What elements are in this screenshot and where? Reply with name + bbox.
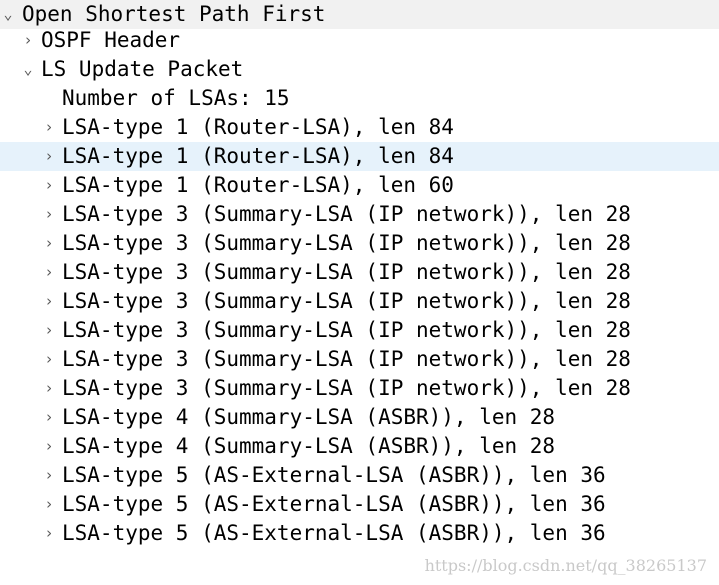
tree-row-label: LS Update Packet: [41, 57, 244, 81]
chevron-down-icon[interactable]: ⌄: [21, 55, 35, 84]
tree-row-label: LSA-type 3 (Summary-LSA (IP network)), l…: [62, 376, 631, 400]
tree-row-label: LSA-type 3 (Summary-LSA (IP network)), l…: [62, 260, 631, 284]
tree-row-lsa[interactable]: › LSA-type 3 (Summary-LSA (IP network)), …: [0, 316, 719, 345]
tree-row-lsa[interactable]: › LSA-type 1 (Router-LSA), len 60: [0, 171, 719, 200]
tree-row-label: LSA-type 4 (Summary-LSA (ASBR)), len 28: [62, 434, 556, 458]
tree-row-label: LSA-type 4 (Summary-LSA (ASBR)), len 28: [62, 405, 556, 429]
tree-row-label: Number of LSAs: 15: [62, 86, 290, 110]
tree-row-label: LSA-type 3 (Summary-LSA (IP network)), l…: [62, 318, 631, 342]
chevron-right-icon[interactable]: ›: [42, 345, 56, 374]
chevron-right-icon[interactable]: ›: [42, 287, 56, 316]
tree-row-label: LSA-type 5 (AS-External-LSA (ASBR)), len…: [62, 492, 606, 516]
tree-row-ospf-header[interactable]: › OSPF Header: [0, 26, 719, 55]
tree-row-label: LSA-type 3 (Summary-LSA (IP network)), l…: [62, 231, 631, 255]
watermark-text: https://blog.csdn.net/qq_38265137: [424, 556, 707, 575]
tree-row-ls-update-packet[interactable]: ⌄ LS Update Packet: [0, 55, 719, 84]
tree-row-lsa[interactable]: › LSA-type 5 (AS-External-LSA (ASBR)), le…: [0, 519, 719, 548]
tree-row-label: LSA-type 3 (Summary-LSA (IP network)), l…: [62, 202, 631, 226]
chevron-right-icon[interactable]: ›: [42, 316, 56, 345]
tree-row-label: LSA-type 3 (Summary-LSA (IP network)), l…: [62, 289, 631, 313]
tree-row-lsa[interactable]: › LSA-type 3 (Summary-LSA (IP network)), …: [0, 200, 719, 229]
tree-row-ospf[interactable]: ⌄ Open Shortest Path First: [0, 0, 719, 29]
chevron-down-icon[interactable]: ⌄: [1, 0, 15, 29]
chevron-right-icon[interactable]: ›: [42, 200, 56, 229]
chevron-right-icon[interactable]: ›: [42, 432, 56, 461]
tree-row-label: LSA-type 1 (Router-LSA), len 84: [62, 144, 454, 168]
tree-row-lsa[interactable]: › LSA-type 4 (Summary-LSA (ASBR)), len 28: [0, 432, 719, 461]
tree-row-label: LSA-type 1 (Router-LSA), len 84: [62, 115, 454, 139]
tree-row-label: Open Shortest Path First: [22, 2, 326, 26]
chevron-right-icon[interactable]: ›: [42, 461, 56, 490]
tree-row-lsa[interactable]: › LSA-type 3 (Summary-LSA (IP network)), …: [0, 345, 719, 374]
tree-row-lsa[interactable]: › LSA-type 3 (Summary-LSA (IP network)), …: [0, 229, 719, 258]
chevron-right-icon[interactable]: ›: [21, 26, 35, 55]
chevron-right-icon[interactable]: ›: [42, 519, 56, 548]
chevron-right-icon[interactable]: ›: [42, 142, 56, 171]
tree-row-lsa[interactable]: › LSA-type 4 (Summary-LSA (ASBR)), len 28: [0, 403, 719, 432]
tree-row-lsa[interactable]: › LSA-type 1 (Router-LSA), len 84: [0, 113, 719, 142]
chevron-right-icon[interactable]: ›: [42, 403, 56, 432]
chevron-right-icon[interactable]: ›: [42, 258, 56, 287]
tree-row-label: OSPF Header: [41, 28, 181, 52]
tree-row-lsa[interactable]: › LSA-type 1 (Router-LSA), len 84: [0, 142, 719, 171]
tree-row-lsa[interactable]: › LSA-type 5 (AS-External-LSA (ASBR)), le…: [0, 490, 719, 519]
chevron-right-icon[interactable]: ›: [42, 490, 56, 519]
chevron-right-icon[interactable]: ›: [42, 171, 56, 200]
chevron-right-icon[interactable]: ›: [42, 113, 56, 142]
tree-row-label: LSA-type 1 (Router-LSA), len 60: [62, 173, 454, 197]
tree-row-lsa[interactable]: › LSA-type 3 (Summary-LSA (IP network)), …: [0, 287, 719, 316]
chevron-right-icon[interactable]: ›: [42, 374, 56, 403]
tree-row-lsa[interactable]: › LSA-type 3 (Summary-LSA (IP network)), …: [0, 374, 719, 403]
tree-row-label: LSA-type 3 (Summary-LSA (IP network)), l…: [62, 347, 631, 371]
tree-row-lsa[interactable]: › LSA-type 3 (Summary-LSA (IP network)), …: [0, 258, 719, 287]
tree-row-lsa-count[interactable]: Number of LSAs: 15: [0, 84, 719, 113]
tree-row-label: LSA-type 5 (AS-External-LSA (ASBR)), len…: [62, 463, 606, 487]
tree-row-lsa[interactable]: › LSA-type 5 (AS-External-LSA (ASBR)), le…: [0, 461, 719, 490]
tree-row-label: LSA-type 5 (AS-External-LSA (ASBR)), len…: [62, 521, 606, 545]
chevron-right-icon[interactable]: ›: [42, 229, 56, 258]
